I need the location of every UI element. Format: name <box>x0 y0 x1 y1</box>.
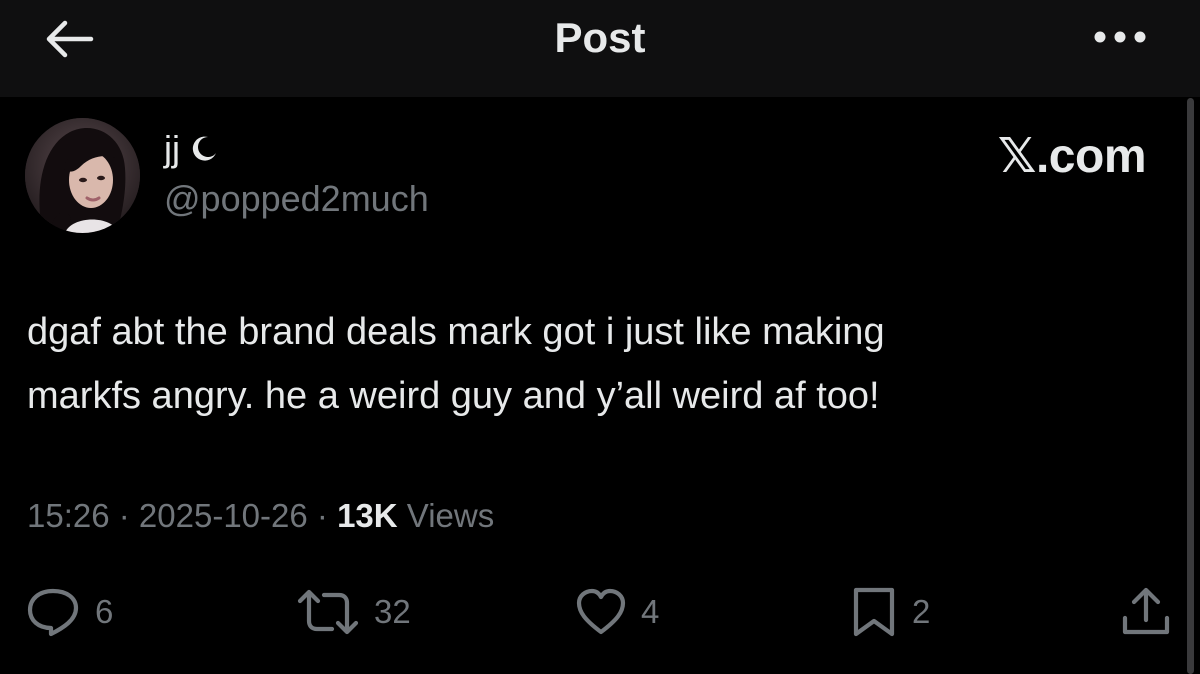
arrow-left-icon <box>46 20 94 58</box>
tweet-date[interactable]: 2025-10-26 <box>139 497 308 534</box>
repost-count: 32 <box>374 593 411 630</box>
reply-icon <box>27 588 79 637</box>
share-button[interactable] <box>1120 585 1172 639</box>
like-button[interactable]: 4 <box>575 585 659 639</box>
author-display-name[interactable]: jj <box>164 128 218 170</box>
repost-icon <box>297 589 359 635</box>
scrollbar[interactable] <box>1187 98 1194 674</box>
back-button[interactable] <box>38 14 98 64</box>
page-title: Post <box>554 14 646 61</box>
bookmark-icon <box>853 587 895 637</box>
more-horizontal-icon <box>1094 31 1146 43</box>
meta-separator: · <box>109 497 139 534</box>
header-bar: Post <box>0 0 1200 97</box>
reply-count: 6 <box>95 593 114 630</box>
x-com-watermark: 𝕏.com <box>997 130 1147 183</box>
tweet-meta: 15:26 · 2025-10-26 · 13K Views <box>27 497 494 535</box>
views-label: Views <box>397 497 495 534</box>
bookmark-button[interactable]: 2 <box>850 585 930 639</box>
heart-icon <box>576 588 626 635</box>
repost-button[interactable]: 32 <box>296 585 411 639</box>
bookmark-count: 2 <box>912 593 931 630</box>
share-icon <box>1122 587 1170 635</box>
tweet-text: dgaf abt the brand deals mark got i just… <box>27 311 885 417</box>
author-handle[interactable]: @popped2much <box>164 178 429 220</box>
display-name-text: jj <box>164 128 180 169</box>
tweet-time[interactable]: 15:26 <box>27 497 110 534</box>
avatar-image <box>25 118 140 233</box>
views-count: 13K <box>337 497 398 534</box>
reply-button[interactable]: 6 <box>25 585 113 639</box>
meta-separator-2: · <box>307 497 338 534</box>
avatar[interactable] <box>25 118 140 233</box>
more-options-button[interactable] <box>1090 22 1150 52</box>
like-count: 4 <box>641 593 660 630</box>
post-page: Post jj @popped2much 𝕏.com dgaf abt the … <box>0 0 1200 674</box>
crescent-moon-icon <box>188 134 218 164</box>
